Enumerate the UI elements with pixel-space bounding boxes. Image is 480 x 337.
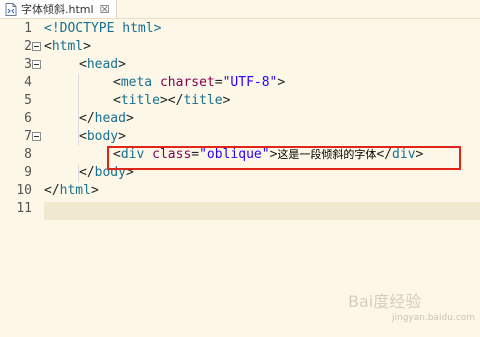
line-number: 10: [16, 183, 32, 198]
tag-name: div: [392, 147, 416, 162]
tag-name: div: [120, 147, 145, 162]
file-tab-label: 字体倾斜.html: [21, 3, 94, 16]
equals-sign: =: [214, 75, 223, 90]
attribute-value: "UTF-8": [222, 75, 278, 90]
tag-name: title: [120, 93, 160, 108]
attribute-value: "oblique": [199, 147, 270, 162]
html-file-icon: [5, 2, 17, 16]
tag-bracket: <: [44, 39, 52, 54]
code-line-7: 7 <body>: [0, 128, 480, 146]
line-number: 5: [24, 93, 32, 108]
tag-bracket: >: [83, 39, 91, 54]
code-line-10: 10 </html>: [0, 182, 480, 200]
code-line-2: 2 <html>: [0, 38, 480, 56]
line-number: 6: [24, 111, 32, 126]
watermark-subtext: jingyan.baidu.com: [392, 313, 476, 323]
tag-bracket: >: [277, 75, 286, 90]
line-number: 4: [24, 75, 32, 90]
baidu-watermark-logo: Bai度经验: [348, 292, 422, 311]
fold-toggle-icon[interactable]: [32, 60, 41, 69]
code-line-8: 8 <div class="oblique">这是一段倾斜的字体</div>: [0, 146, 480, 164]
tag-bracket: >: [415, 147, 424, 162]
fold-toggle-icon[interactable]: [32, 132, 41, 141]
tag-name: meta: [120, 75, 153, 90]
line-number: 2: [24, 39, 32, 54]
code-line-5: 5 <title></title>: [0, 92, 480, 110]
tag-bracket: </: [79, 165, 95, 180]
tag-bracket: >: [125, 111, 134, 126]
div-text-content: 这是一段倾斜的字体: [277, 148, 377, 161]
tag-bracket: >: [90, 183, 99, 198]
tag-bracket: <: [113, 75, 121, 90]
tag-bracket: ></: [159, 93, 184, 108]
line-number: 1: [24, 21, 32, 36]
doctype: <!DOCTYPE html>: [44, 21, 162, 36]
tag-bracket: >: [118, 57, 126, 72]
tag-name: body: [94, 165, 126, 180]
tag-bracket: >: [118, 129, 126, 144]
attribute-name: charset: [159, 75, 215, 90]
code-line-11: 11: [0, 200, 480, 218]
tag-bracket: <: [79, 129, 87, 144]
tag-bracket: >: [125, 165, 134, 180]
tag-bracket: >: [222, 93, 231, 108]
line-number: 9: [24, 165, 32, 180]
code-line-6: 6 </head>: [0, 110, 480, 128]
tag-name: head: [94, 111, 126, 126]
line-number: 7: [24, 129, 32, 144]
code-line-4: 4 <meta charset="UTF-8">: [0, 74, 480, 92]
equals-sign: =: [191, 147, 200, 162]
tag-name: html: [59, 183, 91, 198]
tag-name: html: [51, 39, 84, 54]
tag-bracket: <: [113, 147, 121, 162]
code-line-3: 3 <head>: [0, 56, 480, 74]
editor-tab-bar: 字体倾斜.html ☒: [0, 0, 480, 19]
line-number: 3: [24, 57, 32, 72]
line-number: 8: [24, 147, 32, 162]
fold-toggle-icon[interactable]: [32, 42, 41, 51]
tag-bracket: </: [376, 147, 393, 162]
code-line-9: 9 </body>: [0, 164, 480, 182]
file-tab[interactable]: 字体倾斜.html ☒: [0, 0, 117, 18]
tag-bracket: </: [44, 183, 60, 198]
attribute-name: class: [152, 147, 192, 162]
tag-name: head: [86, 57, 119, 72]
close-tab-icon[interactable]: ☒: [100, 3, 110, 16]
tag-name: body: [86, 129, 119, 144]
tag-name: title: [183, 93, 223, 108]
code-line-1: 1 <!DOCTYPE html>: [0, 20, 480, 38]
tag-bracket: <: [79, 57, 87, 72]
tag-bracket: <: [113, 93, 121, 108]
line-number: 11: [16, 201, 32, 216]
tag-bracket: </: [79, 111, 95, 126]
